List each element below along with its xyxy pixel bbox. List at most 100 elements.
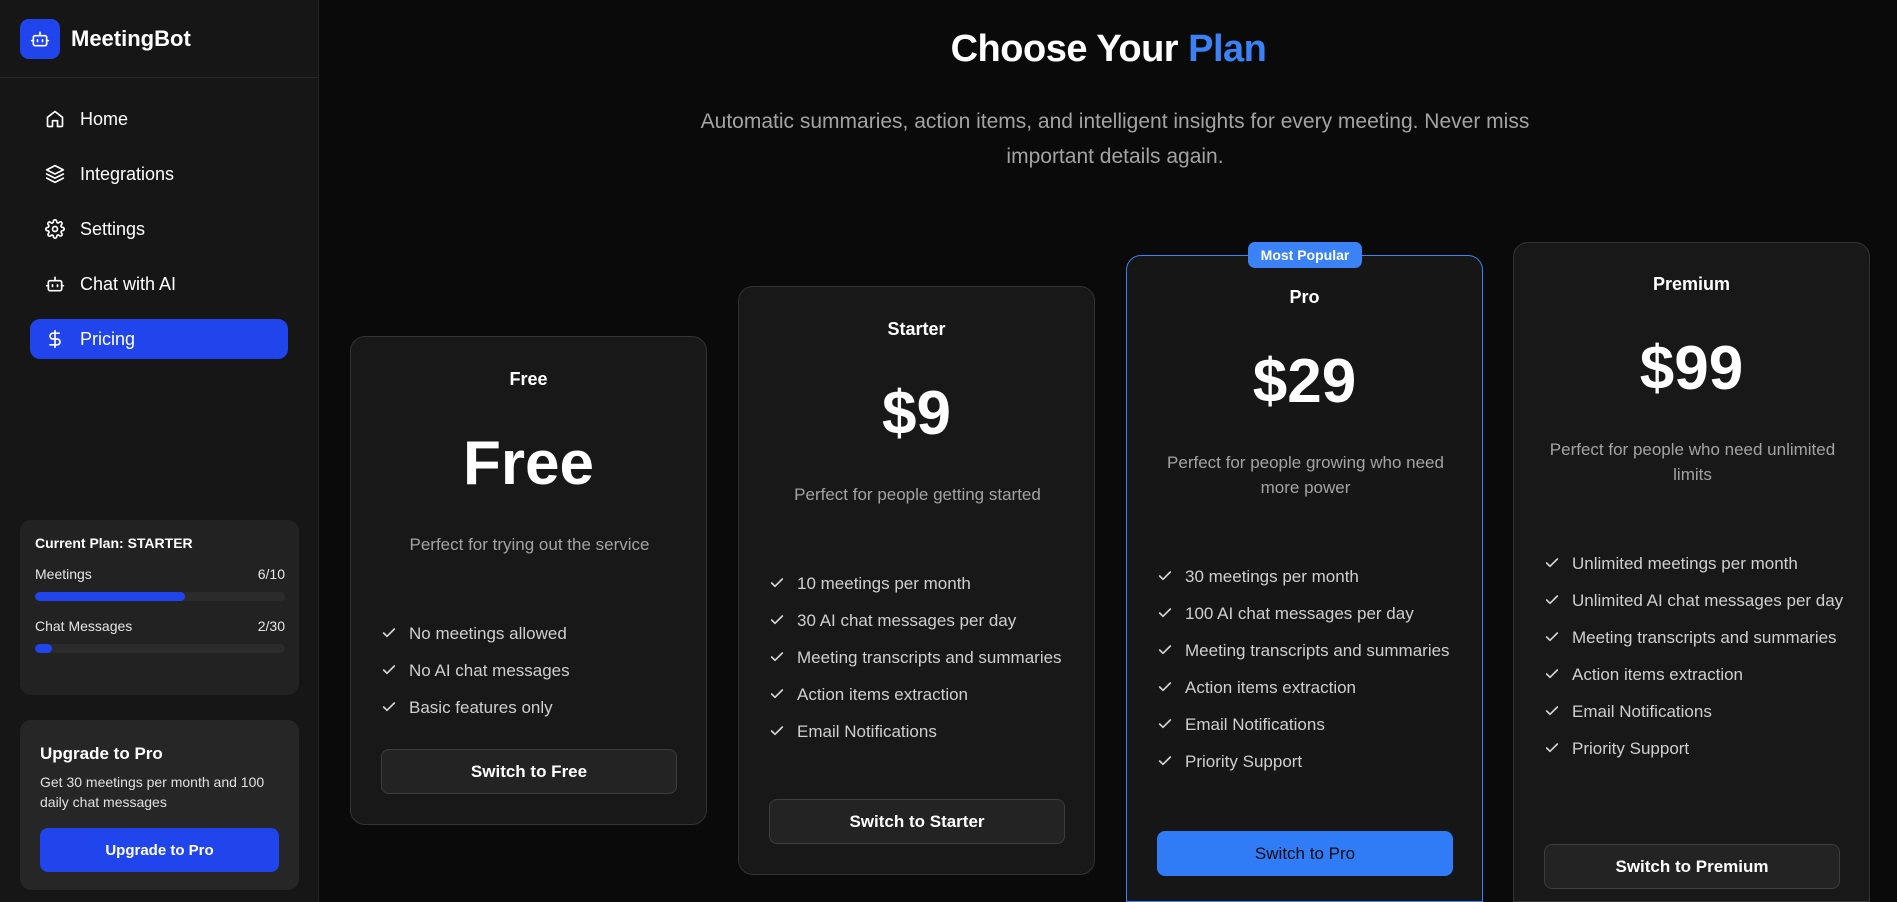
sidebar-item-integrations[interactable]: Integrations xyxy=(30,154,288,194)
switch-to-premium-button[interactable]: Switch to Premium xyxy=(1544,844,1840,889)
plan-price: Free xyxy=(463,429,594,498)
main-content: Choose Your Plan Automatic summaries, ac… xyxy=(320,0,1897,902)
plan-description: Perfect for trying out the service xyxy=(409,535,650,554)
feature-item: Email Notifications xyxy=(1157,712,1457,737)
upgrade-title: Upgrade to Pro xyxy=(40,744,163,763)
most-popular-badge: Most Popular xyxy=(1248,242,1362,268)
plan-price: $9 xyxy=(882,379,951,448)
switch-to-free-button[interactable]: Switch to Free xyxy=(381,749,677,794)
meetings-progress-bar xyxy=(35,592,285,601)
check-icon xyxy=(1158,719,1172,729)
check-icon xyxy=(770,652,784,662)
sidebar: MeetingBot Home Integrations Settings Ch… xyxy=(0,0,319,902)
meetings-progress-fill xyxy=(35,592,185,601)
feature-item: Basic features only xyxy=(381,695,681,720)
plan-price: $99 xyxy=(1639,334,1744,403)
feature-text: Meeting transcripts and summaries xyxy=(1185,641,1450,660)
sidebar-item-label: Pricing xyxy=(80,328,136,349)
feature-item: Unlimited meetings per month xyxy=(1544,551,1844,576)
feature-text: 100 AI chat messages per day xyxy=(1185,604,1414,623)
plan-name: Pro xyxy=(1289,287,1320,307)
feature-text: No meetings allowed xyxy=(409,624,567,643)
feature-text: Priority Support xyxy=(1185,752,1303,771)
feature-text: Email Notifications xyxy=(797,722,937,741)
feature-item: Email Notifications xyxy=(1544,699,1844,724)
feature-text: Meeting transcripts and summaries xyxy=(1572,628,1837,647)
check-icon xyxy=(1545,558,1559,568)
robot-icon xyxy=(45,276,65,292)
check-icon xyxy=(382,665,396,675)
feature-item: Action items extraction xyxy=(1544,662,1844,687)
switch-to-pro-button[interactable]: Switch to Pro xyxy=(1157,831,1453,876)
check-icon xyxy=(770,578,784,588)
feature-text: Basic features only xyxy=(409,698,553,717)
sidebar-item-home[interactable]: Home xyxy=(30,99,288,139)
upgrade-card: Upgrade to Pro Get 30 meetings per month… xyxy=(20,720,299,890)
switch-to-starter-button[interactable]: Switch to Starter xyxy=(769,799,1065,844)
feature-text: 10 meetings per month xyxy=(797,574,971,593)
sidebar-item-chat-with-ai[interactable]: Chat with AI xyxy=(30,264,288,304)
chat-messages-value: 2/30 xyxy=(257,618,285,634)
current-plan-title: Current Plan: STARTER xyxy=(35,535,193,551)
check-icon xyxy=(382,628,396,638)
feature-item: 100 AI chat messages per day xyxy=(1157,601,1457,626)
dollar-icon xyxy=(49,329,61,349)
feature-list: Unlimited meetings per month Unlimited A… xyxy=(1544,551,1844,773)
check-icon xyxy=(770,689,784,699)
plan-name: Starter xyxy=(887,319,946,339)
sidebar-item-label: Settings xyxy=(80,218,146,239)
plan-name: Premium xyxy=(1652,274,1731,294)
meetings-usage-row: Meetings 6/10 xyxy=(35,566,285,582)
check-icon xyxy=(770,726,784,736)
feature-item: Priority Support xyxy=(1157,749,1457,774)
plan-description: Perfect for people growing who need more… xyxy=(1167,453,1444,497)
feature-item: Unlimited AI chat messages per day xyxy=(1544,588,1844,613)
gear-icon xyxy=(45,219,65,239)
chat-messages-label: Chat Messages xyxy=(35,618,133,634)
check-icon xyxy=(1545,706,1559,716)
feature-text: Action items extraction xyxy=(1572,665,1744,684)
sidebar-item-label: Home xyxy=(80,108,129,129)
feature-item: Meeting transcripts and summaries xyxy=(1544,625,1844,650)
sidebar-item-settings[interactable]: Settings xyxy=(30,209,288,249)
feature-item: Meeting transcripts and summaries xyxy=(1157,638,1457,663)
feature-text: 30 AI chat messages per day xyxy=(797,611,1017,630)
sidebar-item-label: Chat with AI xyxy=(80,273,177,294)
upgrade-description: Get 30 meetings per month and 100 daily … xyxy=(40,774,265,810)
feature-text: 30 meetings per month xyxy=(1185,567,1359,586)
page-subtitle: Automatic summaries, action items, and i… xyxy=(700,110,1530,168)
feature-text: No AI chat messages xyxy=(409,661,570,680)
check-icon xyxy=(770,615,784,625)
home-icon xyxy=(46,110,64,128)
chat-progress-fill xyxy=(35,644,52,653)
sidebar-item-pricing[interactable]: Pricing xyxy=(30,319,288,359)
check-icon xyxy=(382,702,396,712)
check-icon xyxy=(1545,743,1559,753)
chat-usage-row: Chat Messages 2/30 xyxy=(35,618,285,634)
feature-text: Meeting transcripts and summaries xyxy=(797,648,1062,667)
feature-text: Action items extraction xyxy=(1185,678,1357,697)
feature-item: 10 meetings per month xyxy=(769,571,1069,596)
meetings-value: 6/10 xyxy=(257,566,285,582)
check-icon xyxy=(1158,608,1172,618)
feature-list: No meetings allowed No AI chat messages … xyxy=(381,621,681,732)
plan-description: Perfect for people who need unlimited li… xyxy=(1549,440,1836,484)
meetings-label: Meetings xyxy=(35,566,92,582)
sidebar-nav: Home Integrations Settings Chat with AI … xyxy=(0,78,318,359)
chat-progress-bar xyxy=(35,644,285,653)
brand[interactable]: MeetingBot xyxy=(0,0,318,78)
feature-item: No AI chat messages xyxy=(381,658,681,683)
plan-price: $29 xyxy=(1252,347,1357,416)
robot-logo-icon xyxy=(20,18,60,59)
feature-text: Unlimited meetings per month xyxy=(1572,554,1798,573)
plan-card-premium: Premium $99 Perfect for people who need … xyxy=(1513,242,1870,902)
upgrade-to-pro-button[interactable]: Upgrade to Pro xyxy=(40,828,279,872)
feature-list: 10 meetings per month 30 AI chat message… xyxy=(769,571,1069,756)
check-icon xyxy=(1545,632,1559,642)
feature-text: Priority Support xyxy=(1572,739,1690,758)
plan-name: Free xyxy=(509,369,548,389)
feature-item: No meetings allowed xyxy=(381,621,681,646)
page-title-accent: Plan xyxy=(1188,28,1267,70)
feature-item: Meeting transcripts and summaries xyxy=(769,645,1069,670)
feature-item: Action items extraction xyxy=(769,682,1069,707)
